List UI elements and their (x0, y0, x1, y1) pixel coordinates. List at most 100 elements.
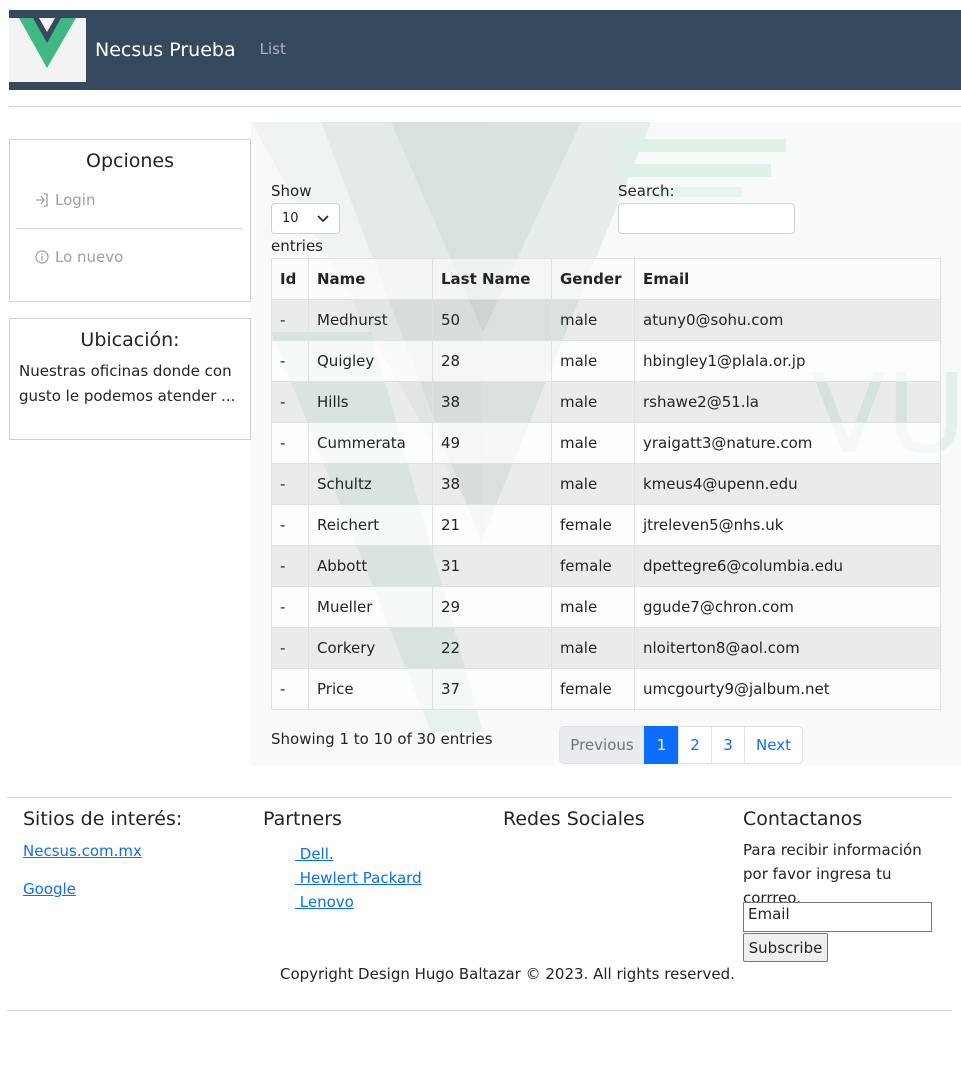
sidebar-item-lo-nuevo[interactable]: Lo nuevo (10, 237, 250, 277)
cell-gender: male (551, 340, 635, 382)
cell-last-name: 49 (432, 422, 552, 464)
footer-social: Redes Sociales (503, 808, 645, 830)
cell-last-name: 21 (432, 504, 552, 546)
cell-id: - (271, 340, 309, 382)
cell-gender: male (551, 299, 635, 341)
users-table: Id Name Last Name Gender Email - Medhurst… (271, 258, 941, 710)
cell-id: - (271, 299, 309, 341)
nav-link-list[interactable]: List (260, 40, 286, 58)
navbar: Necsus Prueba List (9, 10, 961, 90)
login-icon (36, 193, 48, 207)
cell-id: - (271, 381, 309, 423)
link-google[interactable]: Google (23, 880, 182, 898)
table-row: - Quigley 28 male hbingley1@plala.or.jp (271, 340, 941, 382)
cell-last-name: 38 (432, 381, 552, 423)
cell-name: Abbott (308, 545, 433, 587)
page-length-value: 10 (282, 211, 299, 226)
cell-name: Price (308, 668, 433, 710)
partners-title: Partners (263, 808, 342, 830)
cell-last-name: 22 (432, 627, 552, 669)
cell-id: - (271, 422, 309, 464)
table-row: - Price 37 female umcgourty9@jalbum.net (271, 668, 941, 710)
options-card: Opciones Login Lo nuevo (9, 139, 251, 302)
column-header-id[interactable]: Id (271, 258, 309, 300)
previous-button[interactable]: Previous (559, 726, 645, 764)
cell-email: nloiterton8@aol.com (634, 627, 941, 669)
next-button[interactable]: Next (744, 726, 803, 764)
page-button-3[interactable]: 3 (711, 726, 745, 764)
cell-gender: female (551, 545, 635, 587)
contact-text: Para recibir información por favor ingre… (743, 841, 922, 907)
brand-title[interactable]: Necsus Prueba (95, 39, 236, 61)
page-length-select[interactable]: 10 (271, 203, 340, 234)
chevron-down-icon (317, 214, 329, 222)
show-label: Show (271, 182, 312, 200)
cell-name: Quigley (308, 340, 433, 382)
page-button-2[interactable]: 2 (678, 726, 712, 764)
cell-last-name: 37 (432, 668, 552, 710)
footer-sites: Sitios de interés: Necsus.com.mx Google (23, 808, 182, 898)
cell-gender: male (551, 422, 635, 464)
column-header-email[interactable]: Email (634, 258, 941, 300)
table-row: - Mueller 29 male ggude7@chron.com (271, 586, 941, 628)
table-row: - Cummerata 49 male yraigatt3@nature.com (271, 422, 941, 464)
copyright-text: Copyright Design Hugo Baltazar © 2023. A… (280, 965, 735, 983)
cell-name: Hills (308, 381, 433, 423)
subscribe-button[interactable]: Subscribe (743, 933, 828, 962)
partner-link-lenovo[interactable]: Lenovo (295, 890, 422, 914)
table-header-row: Id Name Last Name Gender Email (271, 258, 941, 300)
entries-label: entries (271, 237, 323, 255)
cell-name: Reichert (308, 504, 433, 546)
link-necsus[interactable]: Necsus.com.mx (23, 842, 182, 860)
footer-bottom-divider (7, 1010, 952, 1011)
table-row: - Corkery 22 male nloiterton8@aol.com (271, 627, 941, 669)
newsletter-email-field[interactable]: Email (743, 902, 932, 932)
cell-gender: female (551, 504, 635, 546)
table-row: - Medhurst 50 male atuny0@sohu.com (271, 299, 941, 341)
sites-title: Sitios de interés: (23, 808, 183, 830)
contact-title: Contactanos (743, 808, 863, 830)
partner-link-hp[interactable]: Hewlert Packard (295, 866, 422, 890)
location-title: Ubicación: (80, 329, 180, 351)
cell-last-name: 31 (432, 545, 552, 587)
cell-gender: male (551, 586, 635, 628)
sidebar-item-login-label: Login (55, 191, 96, 209)
location-text: Nuestras oficinas donde con gusto le pod… (19, 362, 236, 405)
menu-divider (17, 228, 243, 229)
location-card: Ubicación: Nuestras oficinas donde con g… (9, 318, 251, 440)
page-button-1[interactable]: 1 (644, 726, 679, 764)
table-row: - Abbott 31 female dpettegre6@columbia.edu (271, 545, 941, 587)
social-title: Redes Sociales (503, 808, 645, 830)
cell-email: kmeus4@upenn.edu (634, 463, 941, 505)
cell-gender: female (551, 668, 635, 710)
column-header-last-name[interactable]: Last Name (432, 258, 552, 300)
footer-contact: Contactanos Para recibir información por… (743, 808, 948, 910)
cell-last-name: 38 (432, 463, 552, 505)
cell-id: - (271, 463, 309, 505)
cell-email: jtreleven5@nhs.uk (634, 504, 941, 546)
vue-logo-icon[interactable] (9, 18, 86, 82)
table-info: Showing 1 to 10 of 30 entries (271, 730, 493, 748)
cell-name: Corkery (308, 627, 433, 669)
column-header-gender[interactable]: Gender (551, 258, 635, 300)
partner-link-dell[interactable]: Dell. (295, 842, 422, 866)
cell-last-name: 28 (432, 340, 552, 382)
cell-id: - (271, 545, 309, 587)
cell-name: Medhurst (308, 299, 433, 341)
sidebar-item-login[interactable]: Login (10, 180, 250, 220)
cell-email: ggude7@chron.com (634, 586, 941, 628)
info-icon (35, 250, 49, 264)
header-divider (9, 106, 961, 107)
search-input[interactable] (618, 203, 795, 234)
cell-email: hbingley1@plala.or.jp (634, 340, 941, 382)
cell-email: rshawe2@51.la (634, 381, 941, 423)
pagination: Previous 1 2 3 Next (559, 726, 803, 764)
cell-last-name: 29 (432, 586, 552, 628)
cell-gender: male (551, 627, 635, 669)
cell-name: Cummerata (308, 422, 433, 464)
column-header-name[interactable]: Name (308, 258, 433, 300)
footer-partners: Partners Dell. Hewlert Packard Lenovo (263, 808, 422, 914)
cell-id: - (271, 586, 309, 628)
cell-id: - (271, 627, 309, 669)
table-row: - Reichert 21 female jtreleven5@nhs.uk (271, 504, 941, 546)
